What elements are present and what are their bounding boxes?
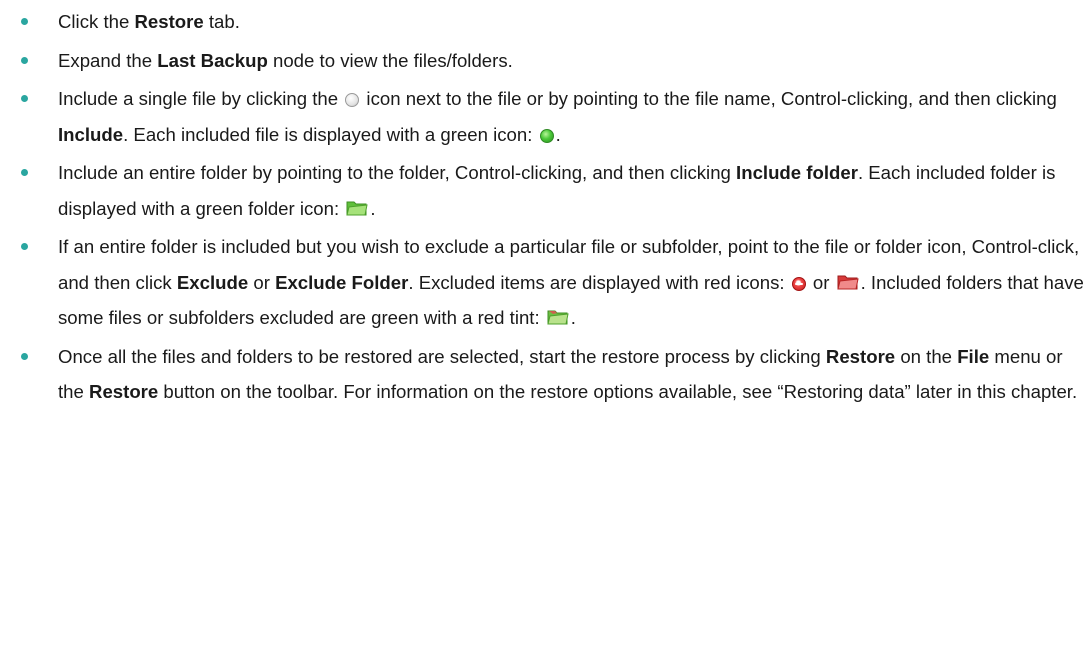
step-text: button on the toolbar. For information o… (158, 381, 1078, 402)
step-text: tab. (203, 11, 240, 32)
step-text: Once all the files and folders to be res… (58, 345, 826, 367)
step-text: Include a single file by clicking the (58, 88, 344, 109)
step-text: node to view the files/folders. (267, 49, 513, 71)
bullet-icon (21, 56, 28, 64)
instruction-list: Click the Restore tab. Expand the Last B… (0, 4, 1089, 413)
unselected-radio-icon (345, 93, 360, 107)
step-text: Include an entire folder by pointing to … (58, 162, 737, 183)
list-item-include-file: Include a single file by clicking the ic… (0, 81, 1089, 152)
bullet-icon (21, 169, 28, 176)
red-radio-icon (791, 276, 806, 291)
step-text: or (248, 271, 276, 293)
exclude-term: Exclude (176, 271, 249, 293)
green-radio-icon (539, 128, 554, 143)
include-term: Include (58, 123, 124, 145)
step-text: . Excluded items are displayed with red … (408, 271, 790, 293)
restore-term: Restore (825, 345, 896, 367)
list-item-click-restore-tab: Click the Restore tab. (0, 4, 1089, 40)
step-text: on the (895, 345, 958, 367)
bullet-icon (21, 243, 28, 250)
green-red-tint-folder-icon (547, 308, 569, 326)
include-folder-term: Include folder (736, 162, 858, 183)
document-page: Click the Restore tab. Expand the Last B… (0, 0, 1089, 649)
red-folder-icon (836, 273, 859, 291)
step-text: Click the (58, 11, 135, 32)
restore-button-term: Restore (89, 381, 159, 402)
file-term: File (957, 345, 990, 367)
step-text: Expand the (58, 49, 158, 71)
step-text: . Each included file is displayed with a… (123, 123, 538, 145)
list-item-start-restore: Once all the files and folders to be res… (0, 339, 1089, 410)
last-backup-term: Last Backup (157, 49, 268, 71)
step-text: . (370, 197, 376, 219)
step-text: or (807, 271, 835, 293)
step-text: icon next to the file or by pointing to … (361, 88, 1057, 109)
list-item-include-folder: Include an entire folder by pointing to … (0, 155, 1089, 226)
list-item-exclude: If an entire folder is included but you … (0, 229, 1089, 336)
bullet-icon (21, 18, 28, 25)
list-item-expand-last-backup: Expand the Last Backup node to view the … (0, 43, 1089, 79)
step-text: . (555, 123, 561, 145)
bullet-icon (21, 95, 28, 102)
green-folder-icon (346, 199, 368, 217)
step-text: . (570, 307, 576, 328)
exclude-folder-term: Exclude Folder (275, 271, 409, 293)
bullet-icon (21, 352, 28, 360)
restore-term: Restore (134, 11, 204, 32)
